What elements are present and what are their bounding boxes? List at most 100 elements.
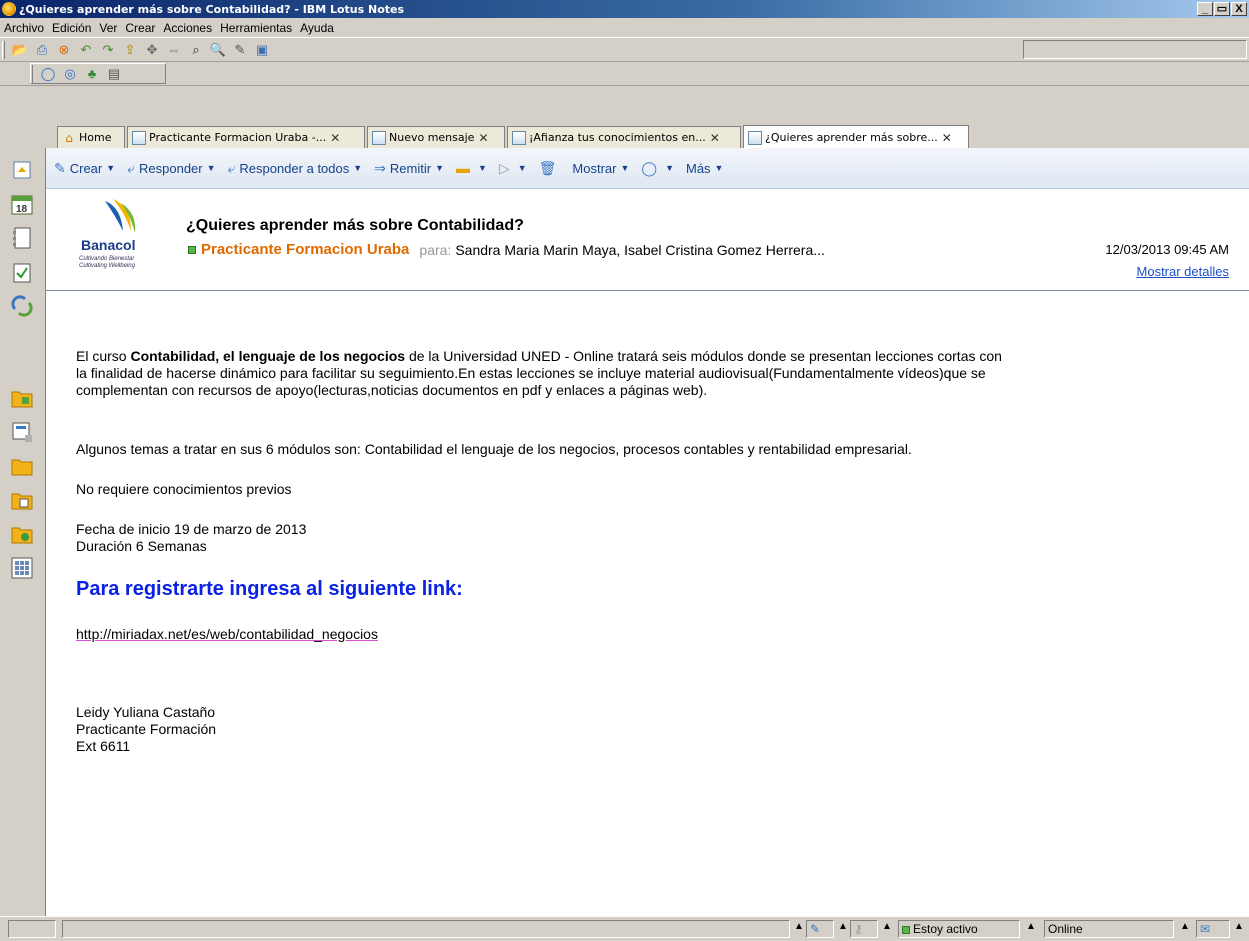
arrow-up-icon[interactable]: ▲ — [794, 921, 804, 932]
arrow-up-icon[interactable]: ▲ — [882, 921, 892, 932]
menu-herramientas[interactable]: Herramientas — [216, 21, 296, 35]
toolbar2-frame — [30, 63, 166, 84]
contacts-book-icon[interactable] — [10, 226, 34, 250]
tab-quieres-aprender[interactable]: ¿Quieres aprender más sobre... ✕ — [743, 125, 969, 149]
close-tab-icon[interactable]: ✕ — [330, 131, 340, 145]
trash-icon: 🗑 — [538, 159, 557, 176]
mas-button[interactable]: Más ▼ — [686, 161, 723, 176]
recipients[interactable]: Sandra Maria Marin Maya, Isabel Cristina… — [455, 242, 825, 258]
close-tab-icon[interactable]: ✕ — [710, 131, 720, 145]
from-line: Practicante Formacion Uraba para: Sandra… — [188, 241, 825, 258]
move-to-folder-button[interactable]: ▬ ▼ — [456, 160, 487, 176]
window-title: ¿Quieres aprender más sobre Contabilidad… — [19, 2, 405, 16]
close-tab-icon[interactable]: ✕ — [942, 131, 952, 145]
home-page-icon[interactable] — [10, 158, 34, 182]
move-icon[interactable]: ✥ — [143, 41, 161, 59]
lotus-notes-app-icon[interactable] — [2, 2, 16, 16]
mail-status-icon[interactable]: ✉ — [1196, 920, 1230, 938]
toolbar-grip[interactable] — [2, 40, 5, 59]
flag-icon: ▷ — [498, 159, 510, 176]
arrow-up-icon[interactable]: ▲ — [1026, 921, 1036, 932]
arrow-up-icon[interactable]: ▲ — [1234, 921, 1244, 932]
documents-folder-icon[interactable] — [10, 488, 34, 512]
open-folder-icon[interactable]: 📂 — [11, 41, 29, 59]
menu-edicion[interactable]: Edición — [48, 21, 95, 35]
location-status[interactable]: Online — [1044, 920, 1174, 938]
web-folder-icon[interactable] — [10, 522, 34, 546]
chat-icon: ◯ — [641, 159, 658, 176]
status-message-area — [62, 920, 790, 938]
body-paragraph-2: Algunos temas a tratar en sus 6 módulos … — [76, 441, 912, 457]
toolbar-search-area[interactable] — [1023, 40, 1247, 59]
chat-button[interactable]: ◯ ▼ — [641, 160, 674, 177]
edit-icon[interactable]: ✎ — [231, 41, 249, 59]
menu-ayuda[interactable]: Ayuda — [296, 21, 338, 35]
online-status-icon — [188, 245, 196, 254]
mostrar-button[interactable]: Mostrar ▼ — [572, 161, 629, 176]
banacol-logo: Banacol Cultivando Bienestar Cultivating… — [76, 197, 166, 277]
tab-nuevo-mensaje[interactable]: Nuevo mensaje ✕ — [367, 126, 505, 148]
menu-archivo[interactable]: Archivo — [0, 21, 48, 35]
find-icon[interactable]: ⌕ — [187, 41, 205, 59]
tab-home[interactable]: ⌂ Home — [57, 126, 125, 148]
logo-brand: Banacol — [81, 237, 136, 253]
sender-name[interactable]: Practicante Formacion Uraba — [201, 241, 409, 258]
chevron-down-icon: ▼ — [435, 163, 444, 173]
body-paragraph-1-line-3: complementan con recursos de apoyo(lectu… — [76, 382, 708, 398]
chevron-down-icon: ▼ — [517, 163, 527, 173]
secondary-toolbar: ◯ ◎ ♣ ▤ — [0, 62, 1249, 86]
reply-icon: ⤶ — [127, 159, 136, 176]
crear-button[interactable]: ✎ Crear ▼ — [54, 160, 115, 177]
menu-crear[interactable]: Crear — [121, 21, 159, 35]
replication-icon[interactable] — [10, 294, 34, 318]
mail-document: ✎ Crear ▼ ⤶ Responder ▼ ⤶ Responder a todos ▼ … — [45, 148, 1249, 916]
online-status-icon — [902, 925, 910, 934]
workspace-folder-icon[interactable] — [10, 386, 34, 410]
presence-status[interactable]: Estoy activo — [898, 920, 1020, 938]
edit-mode-icon[interactable]: ✎ — [806, 920, 834, 938]
mostrar-detalles-link[interactable]: Mostrar detalles — [1137, 264, 1229, 279]
remitir-button[interactable]: ⇒ Remitir ▼ — [374, 160, 444, 177]
restore-button[interactable]: ▭ — [1214, 2, 1230, 16]
mail-icon — [748, 130, 762, 145]
main-toolbar: 📂 ⎙ ⊗ ↶ ↷ ⇪ ✥ ⇔ ⌕ 🔍 ✎ ▣ — [0, 37, 1249, 62]
search-icon[interactable]: 🔍 — [209, 41, 227, 59]
minimize-button[interactable]: _ — [1197, 2, 1213, 16]
reply-all-icon: ⤶ — [227, 159, 236, 176]
responder-button[interactable]: ⤶ Responder ▼ — [127, 160, 215, 177]
tab-label: Nuevo mensaje — [389, 131, 475, 144]
security-icon[interactable]: ⚷ — [850, 920, 878, 938]
menu-ver[interactable]: Ver — [95, 21, 121, 35]
calendar-sync-icon[interactable]: ▣ — [253, 41, 271, 59]
tab-practicante[interactable]: Practicante Formacion Uraba -... ✕ — [127, 126, 365, 148]
close-button[interactable]: X — [1231, 2, 1247, 16]
mail-icon — [132, 130, 146, 145]
arrow-up-icon[interactable]: ▲ — [838, 921, 848, 932]
tab-label: Practicante Formacion Uraba -... — [149, 131, 327, 144]
stop-icon[interactable]: ⊗ — [55, 41, 73, 59]
status-cell-left — [8, 920, 56, 938]
delete-button[interactable]: 🗑 — [539, 160, 561, 177]
forward-icon[interactable]: ↷ — [99, 41, 117, 59]
back-icon[interactable]: ↶ — [77, 41, 95, 59]
tab-afianza[interactable]: ¡Afianza tus conocimientos en... ✕ — [507, 126, 741, 148]
close-tab-icon[interactable]: ✕ — [478, 131, 488, 145]
chevron-down-icon: ▼ — [478, 163, 487, 173]
arrow-up-icon[interactable]: ▲ — [1180, 921, 1190, 932]
mail-icon — [372, 130, 386, 145]
menu-acciones[interactable]: Acciones — [159, 21, 216, 35]
presence-label: Estoy activo — [913, 922, 978, 936]
registration-link[interactable]: http://miriadax.net/es/web/contabilidad_… — [76, 626, 378, 643]
link-icon[interactable]: ⇔ — [165, 41, 183, 59]
crear-label: Crear — [69, 160, 103, 176]
todo-icon[interactable] — [10, 260, 34, 284]
svg-text:18: 18 — [16, 204, 28, 215]
responder-todos-button[interactable]: ⤶ Responder a todos ▼ — [228, 160, 363, 177]
print-icon[interactable]: ⎙ — [33, 41, 51, 59]
folder-icon[interactable] — [10, 454, 34, 478]
follow-up-button[interactable]: ▷ ▼ — [499, 160, 527, 177]
db-properties-icon[interactable] — [10, 420, 34, 444]
applications-grid-icon[interactable] — [10, 556, 34, 580]
calendar-icon[interactable]: 18 — [10, 192, 34, 216]
export-icon[interactable]: ⇪ — [121, 41, 139, 59]
